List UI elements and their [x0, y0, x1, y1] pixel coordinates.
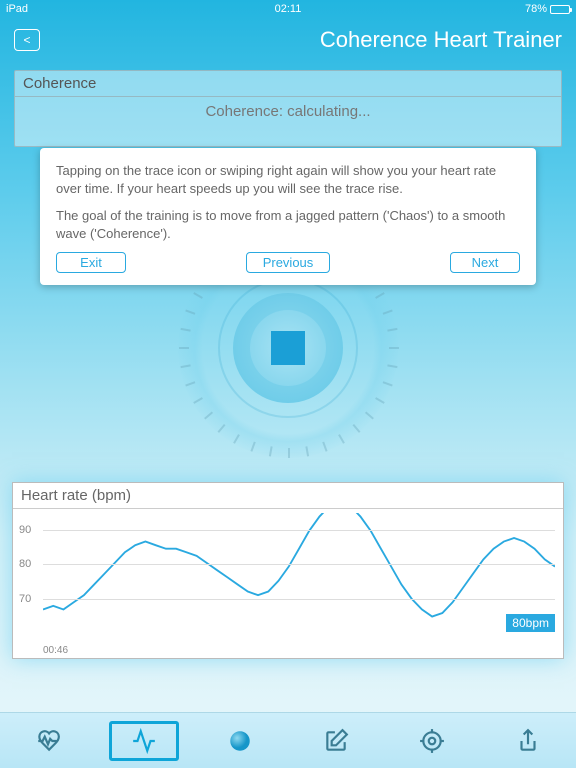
next-button[interactable]: Next — [450, 252, 520, 273]
status-bar: iPad 02:11 78% — [0, 0, 576, 18]
tab-compose[interactable] — [301, 721, 371, 761]
y-tick-label: 80 — [19, 558, 31, 570]
tab-share[interactable] — [493, 721, 563, 761]
compose-icon — [323, 728, 349, 754]
coherence-panel: Coherence Coherence: calculating... — [14, 70, 562, 147]
current-bpm-badge: 80bpm — [506, 614, 555, 632]
y-tick-label: 90 — [19, 524, 31, 536]
tab-heart[interactable] — [13, 721, 83, 761]
nav-bar: < Coherence Heart Trainer — [0, 18, 576, 62]
tab-globe[interactable] — [205, 721, 275, 761]
chart-title: Heart rate (bpm) — [13, 483, 563, 508]
stop-icon[interactable] — [271, 331, 305, 365]
tooltip-text-1: Tapping on the trace icon or swiping rig… — [56, 162, 520, 197]
battery-indicator: 78% — [525, 3, 570, 15]
battery-icon — [550, 5, 570, 14]
tab-bar — [0, 712, 576, 768]
back-button[interactable]: < — [14, 29, 40, 51]
exit-button[interactable]: Exit — [56, 252, 126, 273]
heart-rate-chart: Heart rate (bpm) 80bpm 00:46 70 80 90 — [12, 482, 564, 659]
clock: 02:11 — [275, 3, 302, 15]
tooltip-text-2: The goal of the training is to move from… — [56, 207, 520, 242]
coherence-header: Coherence — [15, 71, 561, 97]
heart-pulse-icon — [35, 728, 61, 754]
sphere-icon — [227, 728, 253, 754]
tutorial-tooltip: Tapping on the trace icon or swiping rig… — [40, 148, 536, 285]
page-title: Coherence Heart Trainer — [320, 27, 562, 53]
crosshair-icon — [419, 728, 445, 754]
previous-button[interactable]: Previous — [246, 252, 331, 273]
tab-target[interactable] — [397, 721, 467, 761]
device-label: iPad — [6, 3, 28, 15]
coherence-status: Coherence: calculating... — [15, 97, 561, 126]
y-tick-label: 70 — [19, 593, 31, 605]
share-icon — [515, 728, 541, 754]
x-start-label: 00:46 — [43, 645, 68, 656]
activity-icon — [131, 728, 157, 754]
tab-trace[interactable] — [109, 721, 179, 761]
